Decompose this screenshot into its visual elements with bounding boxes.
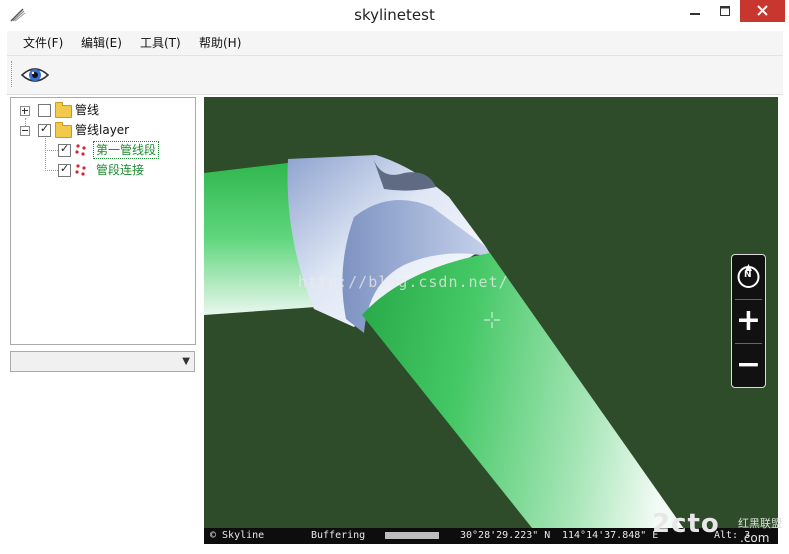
title-bar: skylinetest — [0, 0, 789, 30]
tree-item-label: 第一管线段 — [93, 141, 160, 159]
maximize-button[interactable] — [710, 0, 740, 22]
tree-item-first-segment[interactable]: ✓ 第一管线段 — [11, 141, 195, 159]
maximize-icon — [720, 6, 730, 16]
tree-item-label: 管段连接 — [96, 163, 145, 177]
window-title: skylinetest — [354, 6, 435, 24]
tree-checkbox[interactable]: ✓ — [38, 122, 51, 137]
navigation-control: N + − — [731, 254, 766, 388]
collapse-icon[interactable] — [20, 126, 30, 136]
tree-checkbox[interactable]: ✓ — [58, 162, 71, 177]
status-longitude: 114°14'37.848" E — [562, 530, 659, 541]
crosshair-icon — [484, 312, 500, 328]
view-button[interactable] — [20, 61, 50, 89]
main-window: skylinetest 文件(F) 编辑(E) 工具(T) 帮助(H) 管线 ✓… — [0, 0, 789, 554]
compass-button[interactable]: N — [732, 255, 765, 299]
folder-icon — [55, 102, 72, 118]
logo-main: 2cto — [652, 509, 720, 539]
toolbar-grip[interactable] — [11, 61, 14, 87]
zoom-out-button[interactable]: − — [732, 343, 765, 387]
expand-icon[interactable] — [20, 106, 30, 116]
logo-domain: .com — [740, 531, 770, 545]
tree-item-pipes[interactable]: 管线 — [11, 101, 195, 119]
tree-checkbox[interactable]: ✓ — [58, 142, 71, 157]
zoom-in-button[interactable]: + — [732, 299, 765, 343]
3d-viewport[interactable]: http://blog.csdn.net/ N + − — [204, 97, 778, 543]
tree-item-pipe-layer[interactable]: ✓ 管线layer — [11, 121, 195, 139]
layer-select[interactable]: ▼ — [10, 351, 195, 372]
menu-bar: 文件(F) 编辑(E) 工具(T) 帮助(H) — [7, 31, 783, 56]
folder-icon — [55, 122, 72, 138]
feature-dots-icon — [75, 164, 86, 176]
close-icon — [757, 5, 768, 16]
feature-dots-icon — [75, 144, 86, 156]
tree-item-label: 管线layer — [75, 123, 130, 137]
menu-edit[interactable]: 编辑(E) — [81, 31, 122, 55]
layer-tree: 管线 ✓ 管线layer ✓ 第一管线段 ✓ 管段连接 — [10, 97, 196, 345]
close-button[interactable] — [740, 0, 785, 22]
tree-item-segment-joint[interactable]: ✓ 管段连接 — [11, 161, 195, 179]
pipe-diagonal — [362, 253, 694, 543]
minimize-icon — [690, 13, 700, 15]
watermark-text: http://blog.csdn.net/ — [298, 273, 509, 291]
status-buffering: Buffering — [311, 530, 366, 541]
tree-item-label: 管线 — [75, 103, 100, 117]
menu-file[interactable]: 文件(F) — [23, 31, 63, 55]
status-brand: © Skyline — [210, 530, 265, 541]
menu-tools[interactable]: 工具(T) — [140, 31, 181, 55]
site-logo: 2cto 红黑联盟 .com — [652, 509, 784, 551]
eye-icon — [20, 68, 50, 82]
status-latitude: 30°28'29.223" N — [460, 530, 551, 541]
properties-panel — [10, 373, 194, 543]
menu-help[interactable]: 帮助(H) — [199, 31, 241, 55]
tree-checkbox[interactable] — [38, 104, 51, 117]
compass-label: N — [744, 270, 752, 280]
minimize-button[interactable] — [680, 0, 710, 22]
logo-sub: 红黑联盟 — [738, 517, 782, 530]
chevron-down-icon[interactable]: ▼ — [182, 356, 190, 367]
toolbar — [7, 56, 783, 95]
buffering-progress — [385, 532, 439, 539]
